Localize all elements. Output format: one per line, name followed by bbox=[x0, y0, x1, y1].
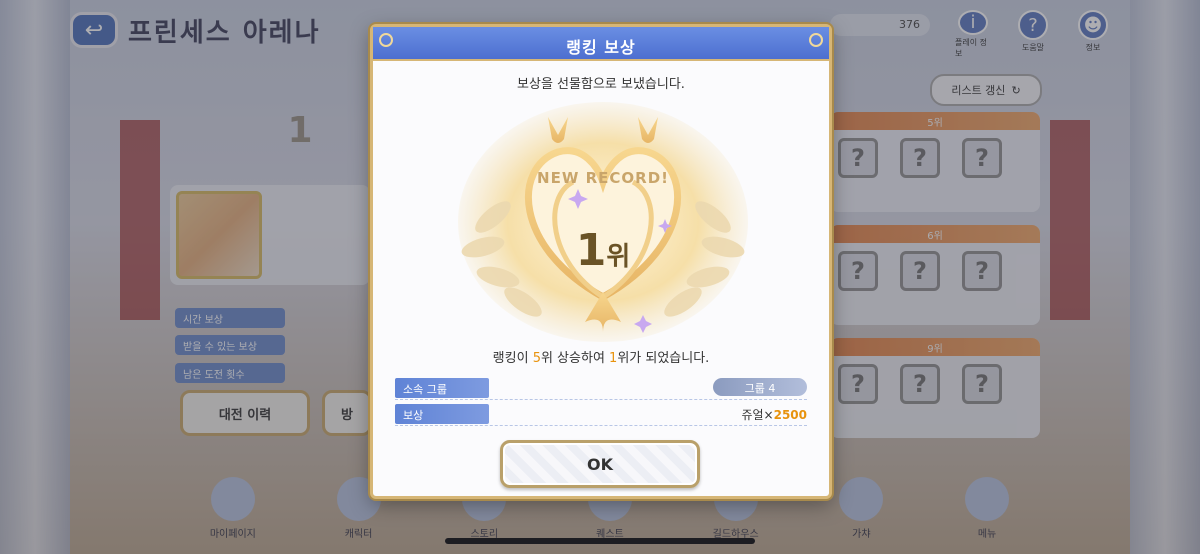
ornament-icon bbox=[809, 33, 823, 47]
new-record-label: NEW RECORD! bbox=[537, 169, 669, 187]
rank-up-amount: 5 bbox=[532, 351, 541, 366]
group-value: 그룹 4 bbox=[713, 378, 807, 396]
ok-button[interactable]: OK bbox=[500, 440, 700, 488]
ornament-icon bbox=[379, 33, 393, 47]
rank-change-message: 랭킹이 5위 상승하여 1위가 되었습니다. bbox=[492, 351, 710, 366]
reward-row: 보상 쥬얼×2500 bbox=[395, 404, 807, 426]
dialog-header: 랭킹 보상 bbox=[373, 27, 829, 61]
reward-quantity: 2500 bbox=[773, 408, 807, 422]
emblem-rank: 1위 bbox=[575, 225, 631, 276]
reward-label: 보상 bbox=[395, 404, 489, 424]
ranking-reward-dialog: 랭킹 보상 보상을 선물함으로 보냈습니다. NEW RECORD! 1위 랭킹… bbox=[370, 24, 832, 499]
new-record-emblem: NEW RECORD! 1위 bbox=[453, 97, 753, 347]
dialog-subtitle: 보상을 선물함으로 보냈습니다. bbox=[517, 77, 685, 92]
group-label: 소속 그룹 bbox=[395, 378, 489, 398]
reward-value: 쥬얼×2500 bbox=[741, 406, 807, 423]
group-row: 소속 그룹 그룹 4 bbox=[395, 378, 807, 400]
dialog-title: 랭킹 보상 bbox=[566, 38, 636, 57]
reward-item: 쥬얼× bbox=[741, 408, 774, 422]
laurel-crest-icon bbox=[458, 102, 748, 342]
home-indicator[interactable] bbox=[445, 538, 755, 544]
